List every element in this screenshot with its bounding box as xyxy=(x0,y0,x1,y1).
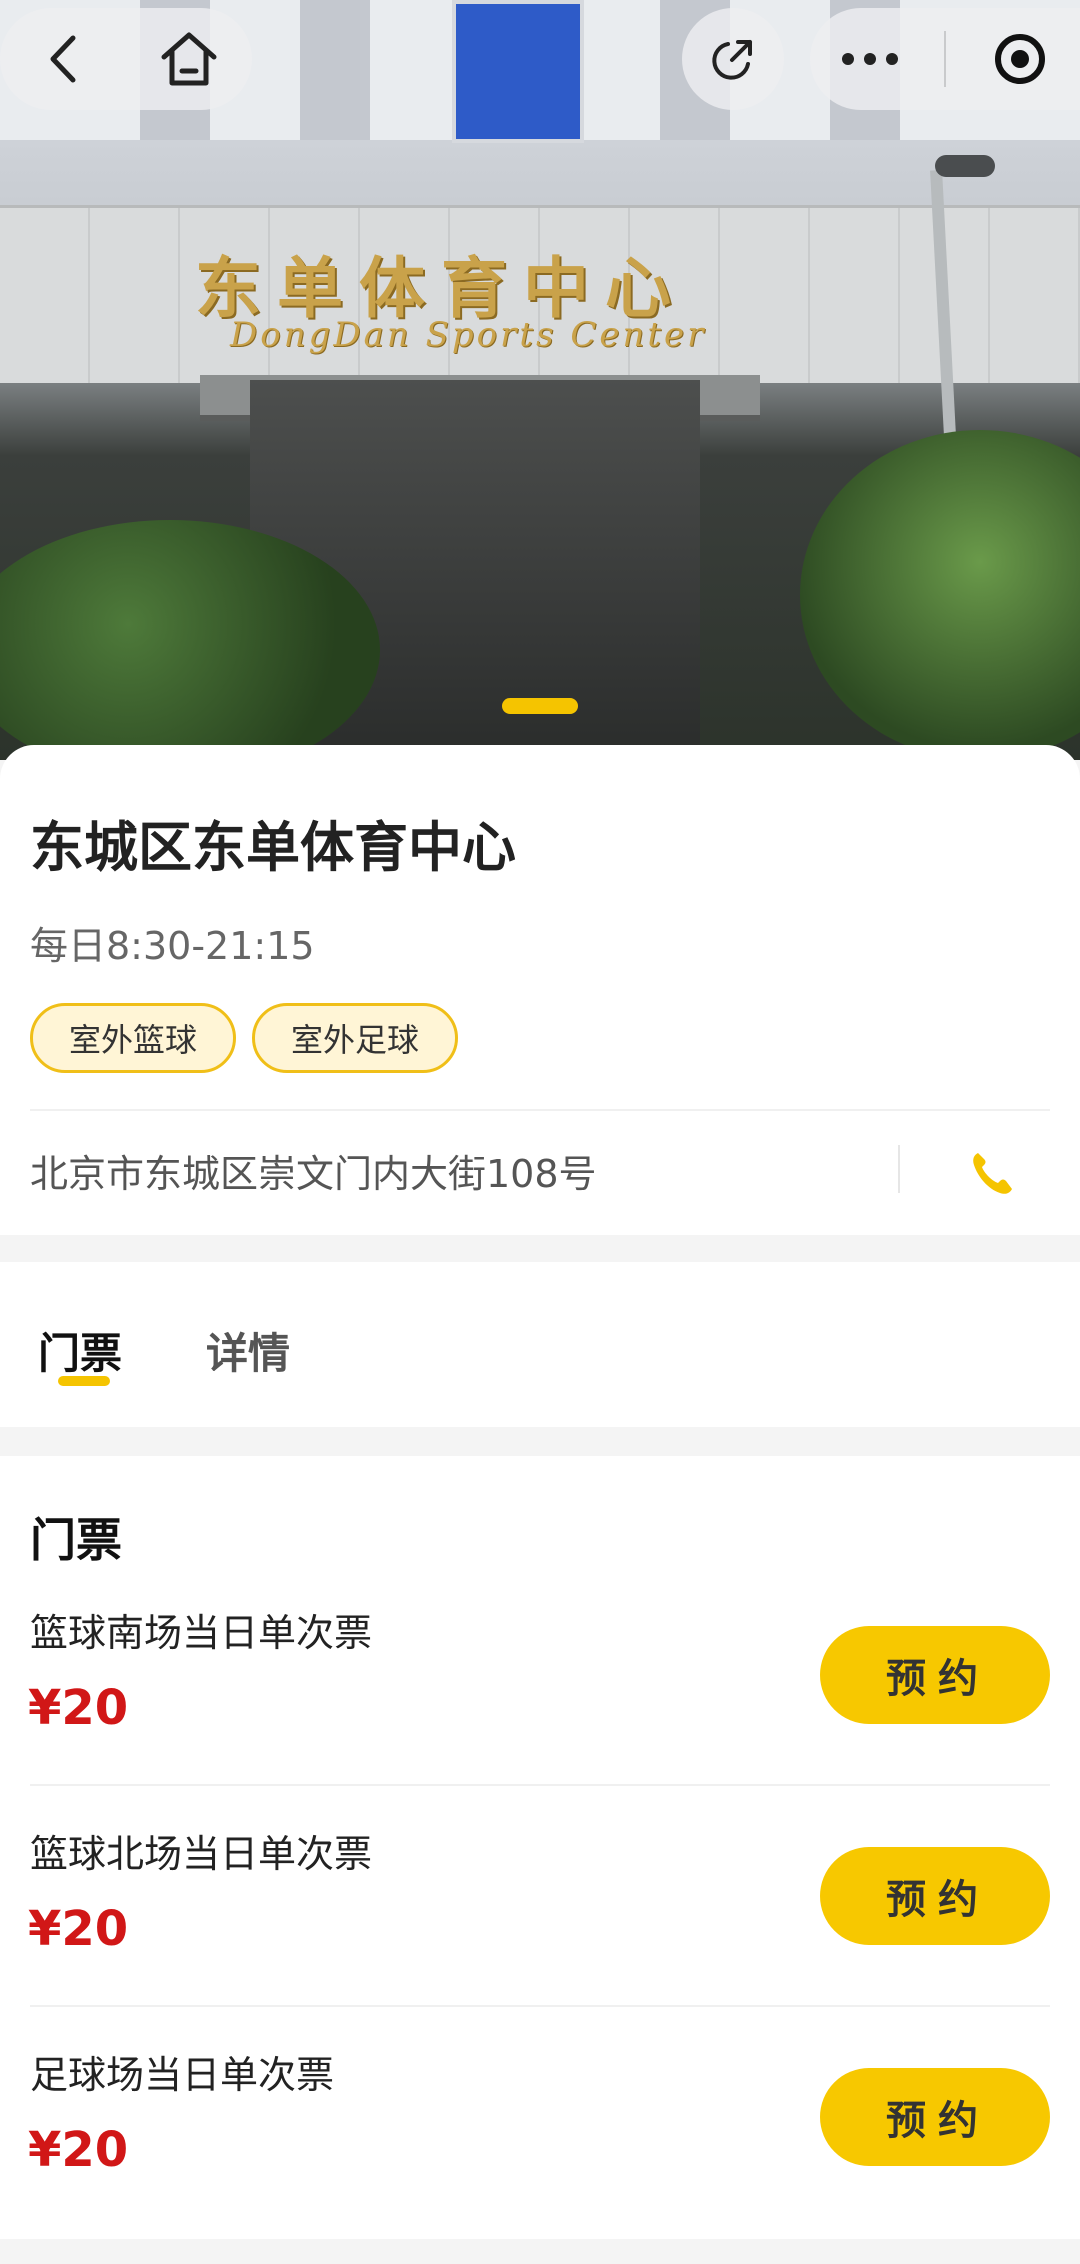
back-arrow-icon[interactable] xyxy=(18,14,108,104)
ticket-item: 篮球南场当日单次票 ¥20 预约 xyxy=(0,1602,1080,1822)
nav-left-capsule xyxy=(0,8,252,110)
venue-photo[interactable]: 东单体育中心 DongDan Sports Center xyxy=(0,0,1080,760)
capsule-divider xyxy=(943,31,946,87)
share-icon[interactable] xyxy=(688,14,778,104)
miniprogram-capsule xyxy=(810,8,1080,110)
ticket-name: 篮球南场当日单次票 xyxy=(30,1611,373,1655)
book-button[interactable]: 预约 xyxy=(820,2068,1050,2166)
venue-address[interactable]: 北京市东城区崇文门内大街108号 xyxy=(30,1143,597,1198)
ticket-item: 足球场当日单次票 ¥20 预约 xyxy=(0,2044,1080,2264)
opening-hours: 每日8:30-21:15 xyxy=(30,924,315,968)
phone-icon[interactable] xyxy=(962,1143,1022,1203)
divider xyxy=(30,2005,1050,2007)
photo-lamp xyxy=(935,155,995,177)
miniprogram-close-icon[interactable] xyxy=(975,14,1065,104)
ticket-name: 篮球北场当日单次票 xyxy=(30,1832,373,1876)
ticket-price: ¥20 xyxy=(28,1680,129,1736)
ticket-price: ¥20 xyxy=(28,1901,129,1957)
ticket-name: 足球场当日单次票 xyxy=(30,2053,335,2097)
building-sign-english: DongDan Sports Center xyxy=(230,315,707,355)
more-dots-icon[interactable] xyxy=(825,14,915,104)
tag-outdoor-football: 室外足球 xyxy=(252,1003,459,1073)
ticket-price: ¥20 xyxy=(28,2122,129,2178)
content-tabs: 门票 详情 xyxy=(0,1262,1080,1427)
photo-tree xyxy=(800,430,1080,760)
photo-window xyxy=(452,0,584,143)
photo-stripe xyxy=(300,0,370,140)
tag-outdoor-basketball: 室外篮球 xyxy=(30,1003,237,1073)
book-button[interactable]: 预约 xyxy=(820,1847,1050,1945)
divider xyxy=(30,1784,1050,1786)
nav-share-capsule xyxy=(682,8,784,110)
divider xyxy=(30,1109,1050,1111)
book-button[interactable]: 预约 xyxy=(820,1626,1050,1724)
tickets-section: 门票 篮球南场当日单次票 ¥20 预约 篮球北场当日单次票 ¥20 预约 足球场… xyxy=(0,1456,1080,2239)
venue-tags: 室外篮球 室外足球 xyxy=(30,1003,459,1073)
tickets-heading: 门票 xyxy=(30,1513,122,1567)
carousel-indicator xyxy=(502,698,578,714)
active-tab-indicator xyxy=(58,1376,110,1386)
ticket-item: 篮球北场当日单次票 ¥20 预约 xyxy=(0,1823,1080,2043)
venue-info-card: 东城区东单体育中心 每日8:30-21:15 室外篮球 室外足球 北京市东城区崇… xyxy=(0,745,1080,1235)
address-separator xyxy=(898,1145,900,1193)
tab-tickets[interactable]: 门票 xyxy=(38,1320,122,1381)
tab-details[interactable]: 详情 xyxy=(206,1320,290,1381)
venue-title: 东城区东单体育中心 xyxy=(30,816,516,879)
home-icon[interactable] xyxy=(144,14,234,104)
